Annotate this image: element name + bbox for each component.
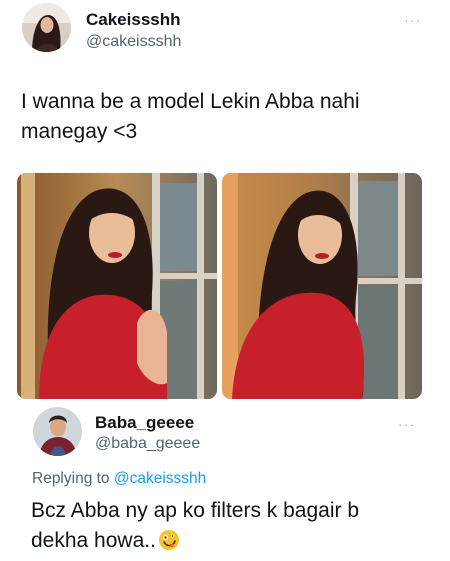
tweet-display-name[interactable]: Cakeissshh — [86, 10, 181, 30]
replying-to-line: Replying to @cakeissshh — [32, 470, 206, 488]
reply-text-line-2: dekha howa.. — [31, 526, 180, 556]
tweet-text-line-2: manegay <3 — [21, 120, 138, 143]
replying-to-handle-link[interactable]: @cakeissshh — [114, 470, 206, 487]
tweet-handle[interactable]: @cakeissshh — [86, 33, 181, 51]
tweet-author-avatar[interactable] — [22, 3, 71, 52]
reply-author-avatar-image — [33, 407, 82, 456]
reply-text-line-2-text: dekha howa.. — [31, 529, 156, 552]
zany-face-emoji-icon — [158, 529, 180, 551]
reply-handle[interactable]: @baba_geeee — [95, 435, 200, 453]
more-horizontal-icon[interactable]: ··· — [398, 417, 415, 431]
more-horizontal-icon[interactable]: ··· — [404, 13, 421, 27]
tweet-text-line-1: I wanna be a model Lekin Abba nahi — [21, 90, 360, 113]
reply-author-avatar[interactable] — [33, 407, 82, 456]
tweet-photo-left[interactable] — [17, 173, 217, 399]
photo-left-image — [17, 173, 217, 399]
tweet-author-avatar-image — [22, 3, 71, 52]
tweet-photo-right[interactable] — [222, 173, 422, 399]
reply-text-line-1: Bcz Abba ny ap ko filters k bagair b — [31, 499, 360, 522]
replying-to-prefix: Replying to — [32, 470, 110, 487]
photo-right-image — [222, 173, 422, 399]
reply-display-name[interactable]: Baba_geeee — [95, 413, 194, 433]
